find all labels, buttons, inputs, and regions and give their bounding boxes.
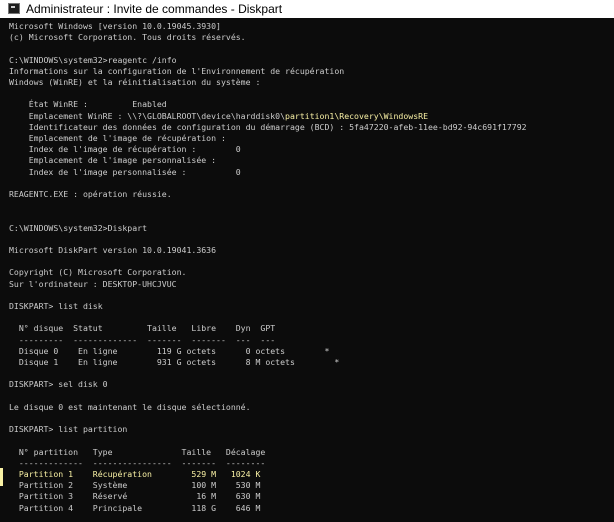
console-text: État WinRE : Enabled (9, 99, 167, 110)
console-line: N° disque Statut Taille Libre Dyn GPT (9, 323, 275, 334)
console-line: --------- ------------- ------- ------- … (9, 335, 275, 346)
console-line: Index de l'image personnalisée : 0 (9, 167, 241, 178)
console-line: REAGENTC.EXE : opération réussie. (9, 189, 172, 200)
console-line: Sur l'ordinateur : DESKTOP-UHCJVUC (9, 279, 177, 290)
console-text: Partition 3 Réservé 16 M 630 M (9, 491, 261, 502)
console-text: Emplacement de l'image de récupération : (9, 133, 226, 143)
console-line: Windows (WinRE) et la réinitialisation d… (9, 77, 260, 88)
console-text: Identificateur des données de configurat… (9, 121, 527, 132)
console-text: DISKPART> list partition (9, 424, 128, 435)
console-text: Disque 1 En ligne 931 G octets 8 M octet… (9, 357, 340, 367)
console-text: C:\WINDOWS\system32>reagentc /info (9, 54, 177, 65)
console-text: N° partition Type Taille Décalage (9, 446, 266, 457)
console-text: ------------- ---------------- ------- -… (9, 457, 266, 468)
console-text: Emplacement de l'image personnalisée : (9, 155, 217, 166)
console-text: Informations sur la configuration de l'E… (9, 65, 345, 76)
console-text: Copyright (C) Microsoft Corporation. (9, 267, 187, 278)
title-bar[interactable]: Administrateur : Invite de commandes - D… (0, 0, 614, 18)
console-line: Partition 1 Récupération 529 M 1024 K (9, 469, 261, 480)
cmd-icon (8, 3, 20, 14)
console-output[interactable]: Microsoft Windows [version 10.0.19045.39… (0, 21, 614, 522)
console-line: C:\WINDOWS\system32>reagentc /info (9, 55, 177, 66)
console-line: N° partition Type Taille Décalage (9, 447, 265, 458)
console-text: Index de l'image personnalisée : 0 (9, 166, 241, 177)
highlight-marker (0, 468, 3, 486)
console-line: Index de l'image de récupération : 0 (9, 144, 241, 155)
console-text: Index de l'image de récupération : 0 (9, 144, 241, 155)
console-text: DISKPART> list disk (9, 301, 103, 311)
console-text: N° disque Statut Taille Libre Dyn GPT (9, 323, 276, 334)
console-text: Microsoft Windows [version 10.0.19045.39… (9, 21, 221, 31)
console-line: Disque 0 En ligne 119 G octets 0 octets … (9, 345, 330, 357)
console-line: Disque 1 En ligne 931 G octets 8 M octet… (9, 357, 339, 368)
console-text: (c) Microsoft Corporation. Tous droits r… (9, 32, 246, 43)
console-line: Emplacement WinRE : \\?\GLOBALROOT\devic… (9, 111, 428, 122)
console-line: Microsoft Windows [version 10.0.19045.39… (9, 21, 221, 32)
console-line: Le disque 0 est maintenant le disque sél… (9, 402, 251, 413)
console-text: Microsoft DiskPart version 10.0.19041.36… (9, 245, 217, 255)
highlighted-text: partition1\Recovery\WindowsRE (285, 110, 428, 121)
console-line: Identificateur des données de configurat… (9, 122, 527, 133)
console-line: Emplacement de l'image de récupération : (9, 133, 226, 144)
console-line: C:\WINDOWS\system32>Diskpart (9, 223, 147, 234)
highlighted-text: Partition 1 Récupération 529 M 1024 K (9, 469, 261, 479)
command-prompt-window[interactable]: Administrateur : Invite de commandes - D… (0, 0, 614, 522)
console-line: Partition 3 Réservé 16 M 630 M (9, 491, 261, 502)
console-line: DISKPART> list disk (9, 301, 103, 312)
console-line: État WinRE : Enabled (9, 99, 167, 110)
console-text: REAGENTC.EXE : opération réussie. (9, 189, 172, 199)
console-text: Partition 2 Système 100 M 530 M (9, 480, 261, 491)
console-text: Disque 0 En ligne 119 G octets 0 octets … (9, 345, 330, 356)
console-line: Copyright (C) Microsoft Corporation. (9, 267, 186, 278)
console-text: Le disque 0 est maintenant le disque sél… (9, 401, 251, 412)
console-text: Partition 4 Principale 118 G 646 M (9, 502, 261, 513)
console-line: ------------- ---------------- ------- -… (9, 458, 265, 469)
console-text: Windows (WinRE) et la réinitialisation d… (9, 77, 261, 87)
window-title: Administrateur : Invite de commandes - D… (26, 2, 283, 16)
console-text: DISKPART> sel disk 0 (9, 379, 108, 390)
console-line: Informations sur la configuration de l'E… (9, 66, 344, 77)
console-text: C:\WINDOWS\system32>Diskpart (9, 222, 148, 233)
console-text: Emplacement WinRE : \\?\GLOBALROOT\devic… (9, 110, 286, 121)
console-line: Partition 2 Système 100 M 530 M (9, 480, 261, 491)
console-text: Sur l'ordinateur : DESKTOP-UHCJVUC (9, 278, 177, 289)
console-line: Emplacement de l'image personnalisée : (9, 155, 216, 166)
console-line: DISKPART> list partition (9, 424, 127, 435)
console-text: --------- ------------- ------- ------- … (9, 334, 276, 345)
console-line: DISKPART> sel disk 0 (9, 379, 108, 390)
console-line: (c) Microsoft Corporation. Tous droits r… (9, 32, 246, 43)
console-line: Microsoft DiskPart version 10.0.19041.36… (9, 245, 216, 256)
console-line: Partition 4 Principale 118 G 646 M (9, 502, 261, 514)
